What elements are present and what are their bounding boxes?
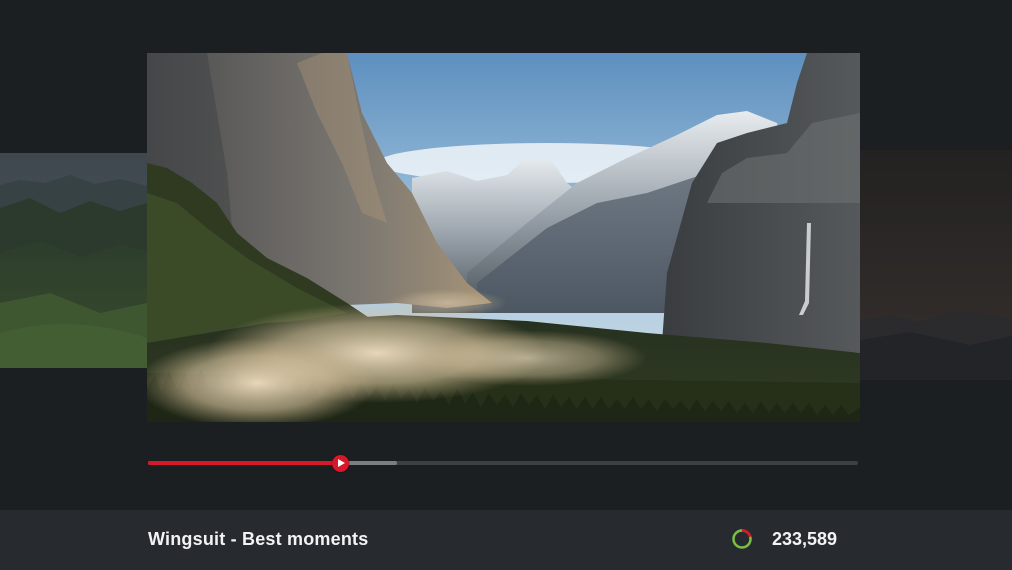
video-info-bar: Wingsuit - Best moments 233,589 xyxy=(0,510,1012,570)
play-icon[interactable] xyxy=(331,455,349,472)
progress-played xyxy=(148,461,340,465)
next-video-thumbnail[interactable] xyxy=(860,150,1012,380)
views-ring-icon xyxy=(732,529,752,549)
view-count: 233,589 xyxy=(772,529,838,549)
video-preview-image xyxy=(147,53,860,422)
video-player-frame[interactable] xyxy=(147,53,860,422)
thumbnail-dim-overlay xyxy=(860,150,1012,380)
video-carousel: Wingsuit - Best moments 233,589 xyxy=(0,0,1012,570)
previous-video-thumbnail[interactable] xyxy=(0,153,147,368)
video-title[interactable]: Wingsuit - Best moments xyxy=(148,529,368,550)
thumbnail-dim-overlay xyxy=(0,153,147,368)
video-progress-bar[interactable] xyxy=(148,455,858,472)
